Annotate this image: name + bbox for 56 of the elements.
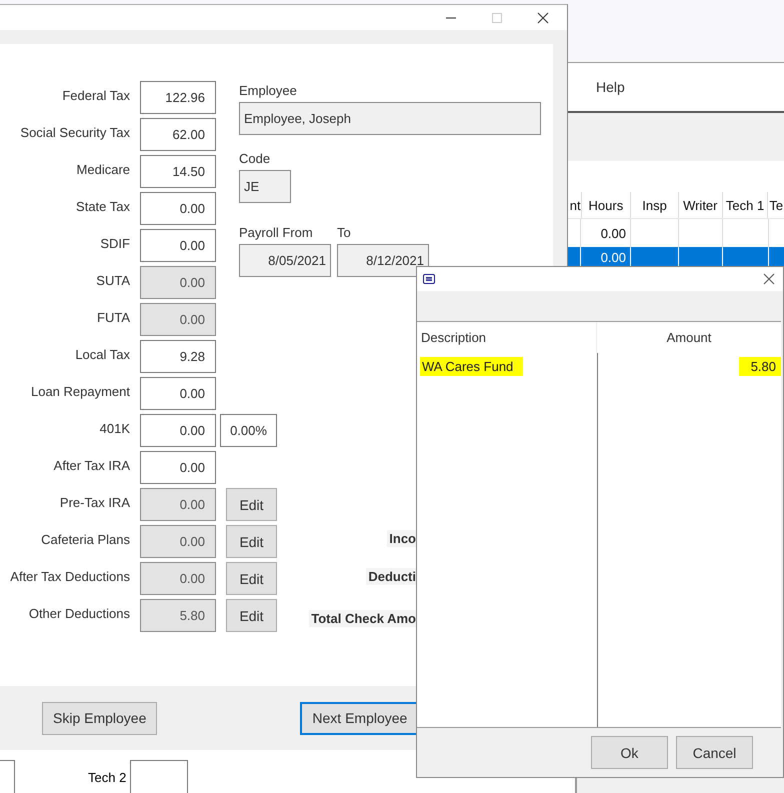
field-label: State Tax	[75, 198, 130, 214]
field-label: SUTA	[95, 272, 130, 288]
field-label: Pre-Tax IRA	[58, 494, 130, 510]
field-label: SDIF	[99, 235, 130, 251]
grid-cell: 0.00	[600, 226, 626, 240]
total-label: Deducti	[366, 568, 416, 585]
app-icon	[423, 274, 435, 284]
amount-field[interactable]: 0.00	[140, 451, 216, 484]
field-label: Cafeteria Plans	[40, 531, 130, 547]
action-button[interactable]: Skip Employee	[42, 702, 158, 734]
field-label: To	[337, 225, 352, 240]
field-label: Local Tax	[74, 346, 130, 362]
field-label: FUTA	[96, 309, 130, 325]
date-field[interactable]: 8/05/2021	[239, 244, 331, 277]
close-icon[interactable]	[537, 12, 549, 24]
code-field[interactable]: JE	[239, 170, 291, 203]
close-icon[interactable]	[763, 273, 775, 285]
column-header[interactable]: Description	[417, 322, 597, 353]
amount-field[interactable]: 0.00	[140, 229, 216, 262]
amount-field[interactable]: 0.00	[140, 414, 216, 447]
employee-field[interactable]: Employee, Joseph	[239, 102, 541, 135]
column-header[interactable]: Te	[767, 192, 784, 218]
amount-field[interactable]: 0.00	[140, 192, 216, 225]
field-label: Code	[239, 151, 270, 166]
field-label: Federal Tax	[61, 87, 130, 103]
field-label: Medicare	[76, 161, 130, 177]
field-label: 401K	[98, 420, 130, 436]
grid-cell: 0.00	[600, 250, 626, 264]
field-label: After Tax IRA	[52, 457, 130, 473]
column-header[interactable]: Insp	[630, 192, 678, 218]
menu-item[interactable]: Help	[596, 79, 625, 95]
column-header[interactable]: Writer	[678, 192, 722, 218]
amount-field[interactable]: 9.28	[140, 340, 216, 373]
field-label: After Tax Deductions	[9, 568, 130, 584]
dialog-button[interactable]: Cancel	[676, 736, 753, 769]
description-cell: WA Cares Fund	[420, 356, 524, 376]
field-label: Employee	[239, 83, 297, 98]
field-label: Social Security Tax	[19, 124, 130, 140]
field-label: Tech 2	[88, 770, 126, 785]
date-field[interactable]: 8/12/2021	[337, 244, 429, 277]
percent-field[interactable]: 0.00%	[220, 414, 277, 447]
column-header[interactable]: Tech 1	[722, 192, 768, 218]
amount-field[interactable]: 0.00	[140, 377, 216, 410]
input-field[interactable]	[130, 760, 188, 793]
field-label: Other Deductions	[28, 605, 130, 621]
column-header[interactable]: Amount	[597, 322, 781, 353]
amount-field[interactable]: 62.00	[140, 118, 216, 151]
field-label: Loan Repayment	[30, 383, 130, 399]
dialog-button[interactable]: Ok	[591, 736, 668, 769]
total-label: Total Check Amo	[309, 610, 416, 627]
total-label: Inco	[387, 530, 416, 547]
column-header[interactable]: Hours	[580, 192, 630, 218]
amount-field[interactable]: 122.96	[140, 81, 216, 114]
amount-field[interactable]: 14.50	[140, 155, 216, 188]
amount-cell: 5.80	[738, 356, 781, 376]
field-label: Payroll From	[239, 225, 314, 240]
